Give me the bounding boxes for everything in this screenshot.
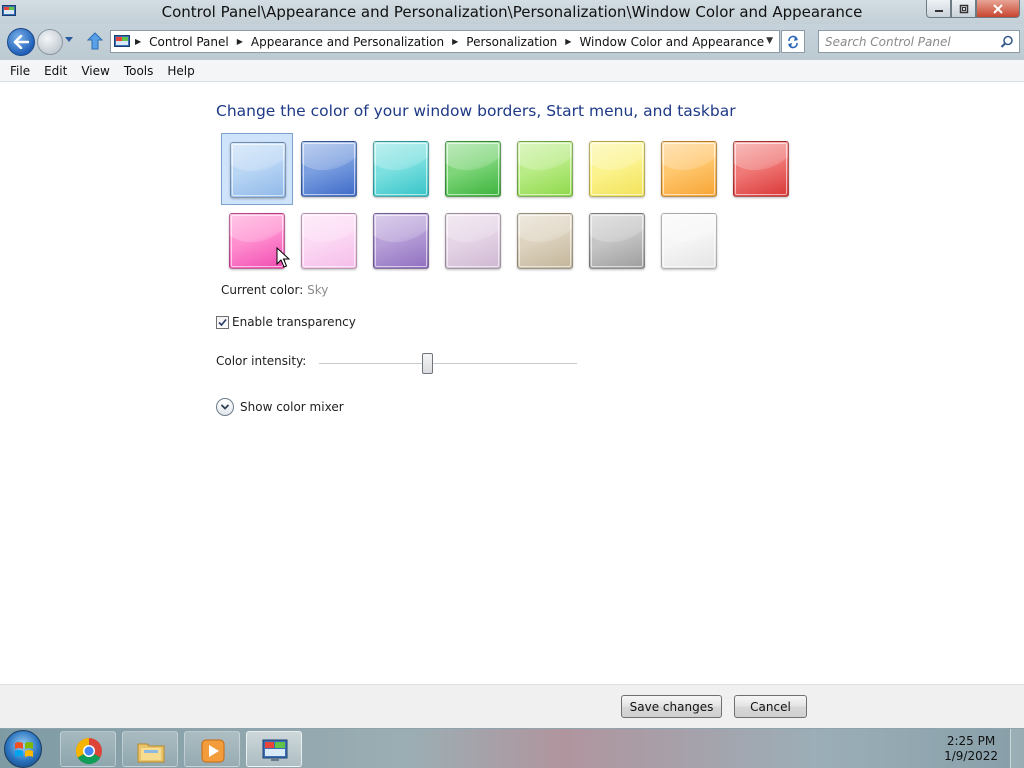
current-color: Current color: Sky [221, 283, 328, 297]
menu-tools[interactable]: Tools [117, 64, 161, 78]
up-arrow-icon[interactable] [87, 32, 103, 50]
color-swatch[interactable] [365, 205, 437, 277]
forward-button[interactable] [37, 29, 63, 55]
breadcrumb-window-color[interactable]: Window Color and Appearance [579, 35, 764, 49]
breadcrumb-personalization[interactable]: Personalization [466, 35, 557, 49]
color-swatch-tile[interactable] [517, 141, 573, 197]
color-intensity-slider[interactable] [319, 353, 577, 374]
taskbar-file-explorer[interactable] [122, 731, 178, 767]
close-button[interactable] [976, 0, 1020, 18]
control-panel-location-icon [114, 34, 130, 47]
enable-transparency-option[interactable]: Enable transparency [216, 315, 356, 329]
color-swatch-tile[interactable] [589, 213, 645, 269]
restore-button[interactable] [951, 0, 976, 18]
color-swatch-tile[interactable] [301, 213, 357, 269]
menu-bar: File Edit View Tools Help [0, 60, 1024, 82]
address-toolbar: ▶ Control Panel ▶ Appearance and Persona… [0, 24, 1024, 60]
taskbar: 2:25 PM 1/9/2022 [0, 728, 1024, 768]
color-swatch[interactable] [581, 133, 653, 205]
refresh-icon [788, 35, 798, 48]
search-icon[interactable] [1000, 35, 1014, 49]
show-color-mixer-label: Show color mixer [240, 400, 344, 414]
refresh-button[interactable] [781, 30, 805, 53]
system-clock[interactable]: 2:25 PM 1/9/2022 [944, 734, 998, 764]
taskbar-control-panel[interactable] [246, 731, 302, 767]
media-player-icon [201, 739, 225, 763]
close-icon [993, 3, 1003, 14]
color-swatch-tile[interactable] [301, 141, 357, 197]
color-swatch-tile[interactable] [661, 141, 717, 197]
clock-date: 1/9/2022 [944, 749, 998, 763]
breadcrumb-control-panel[interactable]: Control Panel [149, 35, 229, 49]
show-color-mixer[interactable]: Show color mixer [216, 398, 344, 416]
menu-help[interactable]: Help [160, 64, 201, 78]
menu-edit[interactable]: Edit [37, 64, 74, 78]
file-explorer-icon [137, 743, 165, 763]
address-box[interactable]: ▶ Control Panel ▶ Appearance and Persona… [110, 30, 780, 53]
breadcrumb-separator[interactable]: ▶ [452, 37, 458, 46]
color-swatch-tile[interactable] [373, 141, 429, 197]
color-swatch[interactable] [293, 205, 365, 277]
chevron-down-icon [220, 404, 230, 410]
start-button[interactable] [4, 730, 42, 768]
color-swatch-tile[interactable] [661, 213, 717, 269]
color-intensity-slider-thumb[interactable] [422, 353, 433, 374]
color-swatch[interactable] [437, 205, 509, 277]
color-swatch-tile[interactable] [445, 141, 501, 197]
breadcrumb-appearance[interactable]: Appearance and Personalization [251, 35, 444, 49]
search-input[interactable] [819, 31, 994, 52]
checkmark-icon [218, 318, 227, 326]
breadcrumb-separator[interactable]: ▶ [565, 37, 571, 46]
color-swatch-tile[interactable] [230, 142, 286, 198]
color-swatch-tile[interactable] [517, 213, 573, 269]
minimize-button[interactable] [926, 0, 951, 18]
color-intensity-label: Color intensity: [216, 354, 307, 368]
cancel-button[interactable]: Cancel [734, 695, 807, 718]
show-desktop-button[interactable] [1010, 729, 1024, 768]
clock-time: 2:25 PM [946, 734, 996, 748]
menu-file[interactable]: File [3, 64, 37, 78]
recent-pages-dropdown-icon[interactable] [64, 36, 74, 44]
color-swatch[interactable] [653, 205, 725, 277]
control-panel-icon [262, 739, 288, 761]
enable-transparency-checkbox[interactable] [216, 315, 229, 329]
color-swatch[interactable] [581, 205, 653, 277]
bottom-button-bar: Save changes Cancel [0, 684, 1024, 728]
minimize-icon [934, 9, 943, 12]
current-color-value: Sky [307, 283, 329, 297]
color-swatch[interactable] [653, 133, 725, 205]
chrome-icon [75, 737, 102, 765]
back-arrow-icon [13, 35, 29, 49]
search-box[interactable] [818, 30, 1020, 53]
color-swatch[interactable] [365, 133, 437, 205]
taskbar-media-player[interactable] [184, 731, 240, 767]
color-swatch[interactable] [437, 133, 509, 205]
window-title: Control Panel\Appearance and Personaliza… [161, 3, 863, 21]
start-orb-icon [15, 742, 33, 757]
breadcrumb-separator[interactable]: ▶ [135, 37, 141, 46]
back-button[interactable] [7, 28, 35, 56]
expand-chevron-button[interactable] [216, 398, 234, 416]
color-swatch[interactable] [725, 133, 797, 205]
color-swatch-tile[interactable] [589, 141, 645, 197]
current-color-label: Current color: [221, 283, 304, 297]
taskbar-chrome[interactable] [60, 731, 116, 767]
title-bar: Control Panel\Appearance and Personaliza… [0, 0, 1024, 24]
save-changes-button[interactable]: Save changes [621, 695, 722, 718]
restore-icon [959, 4, 968, 13]
enable-transparency-label: Enable transparency [232, 315, 356, 329]
address-dropdown-icon[interactable]: ▼ [766, 36, 773, 46]
color-swatch-tile[interactable] [445, 213, 501, 269]
color-swatch[interactable] [509, 205, 581, 277]
main-content: Change the color of your window borders,… [0, 82, 1024, 684]
page-heading: Change the color of your window borders,… [216, 102, 736, 120]
color-swatch-tile[interactable] [733, 141, 789, 197]
menu-view[interactable]: View [74, 64, 116, 78]
breadcrumb-separator[interactable]: ▶ [237, 37, 243, 46]
color-swatch[interactable] [293, 133, 365, 205]
mouse-cursor-icon [276, 247, 290, 268]
color-swatch-tile[interactable] [373, 213, 429, 269]
color-swatch[interactable] [221, 133, 293, 205]
color-swatch[interactable] [509, 133, 581, 205]
